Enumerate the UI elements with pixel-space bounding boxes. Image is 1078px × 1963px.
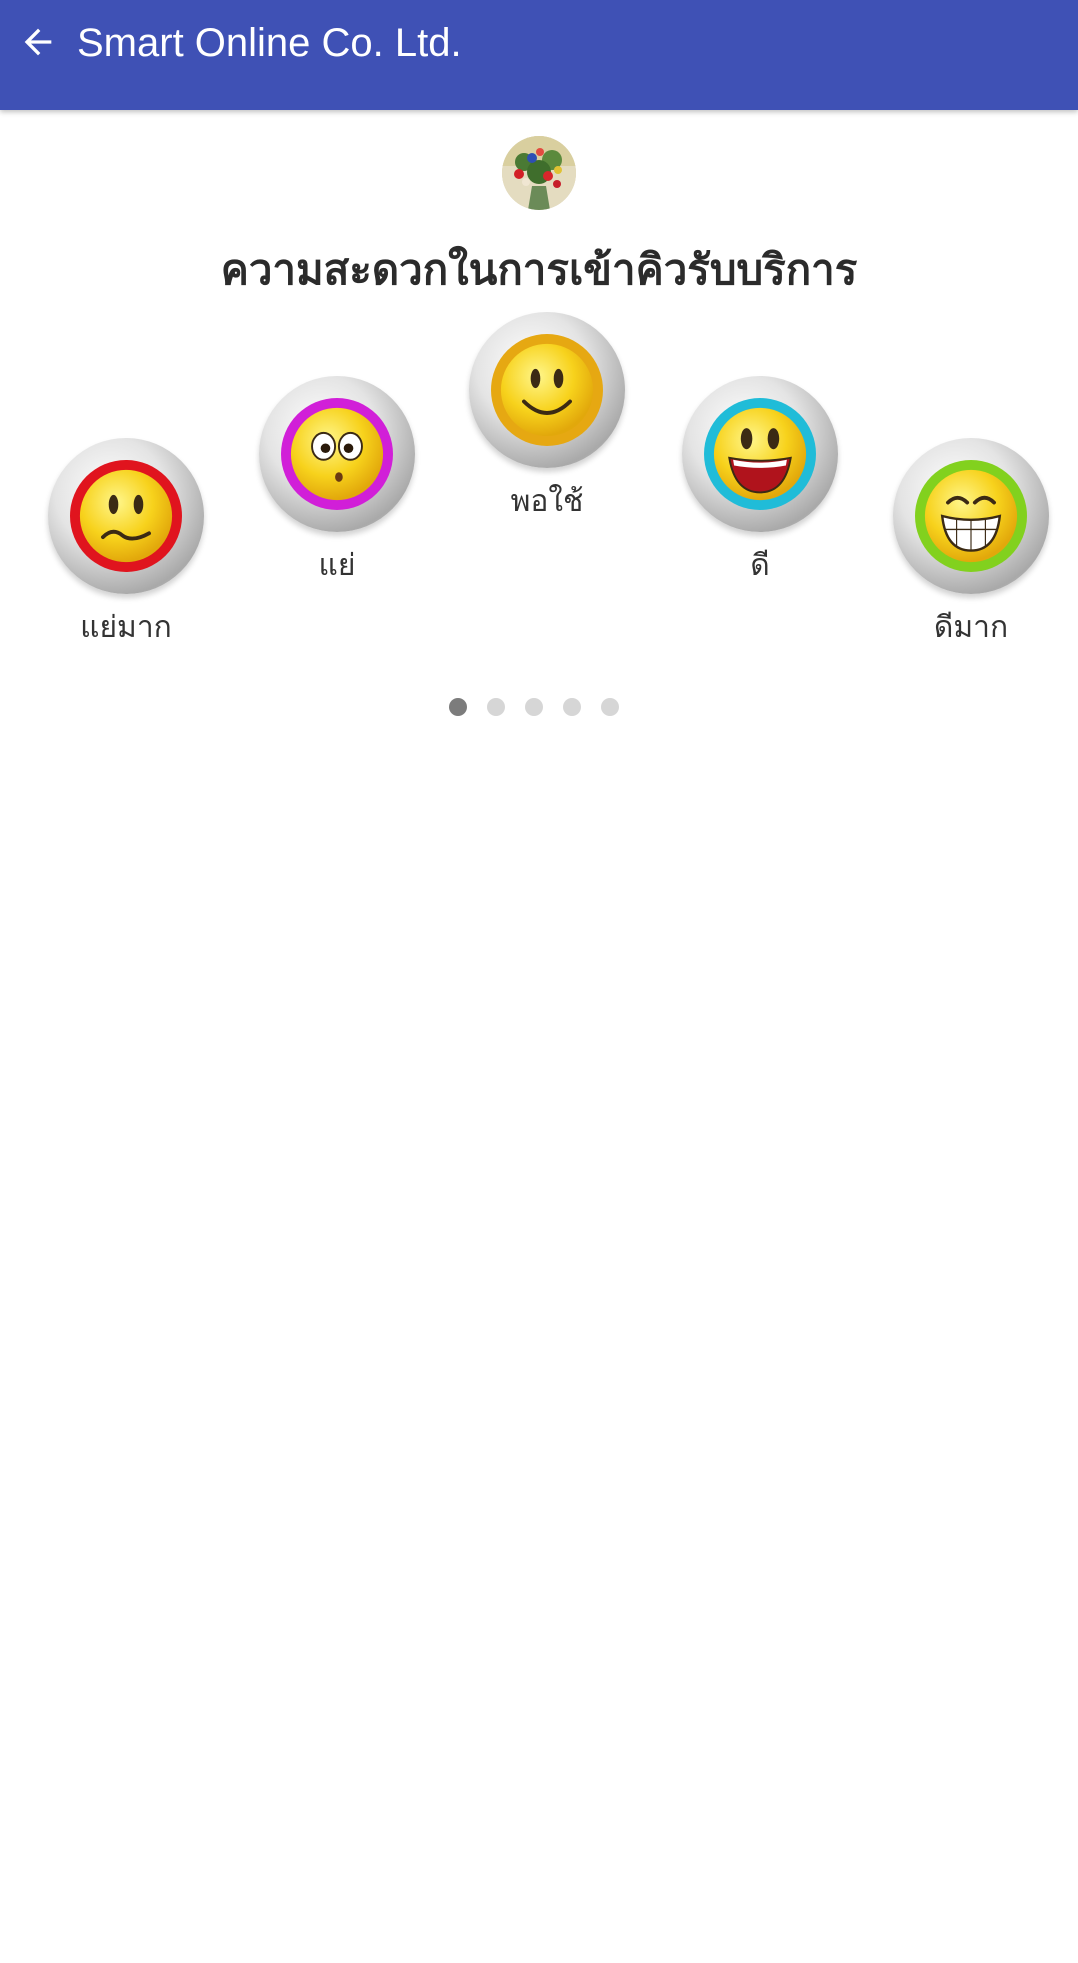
rating-label: แย่ (318, 548, 356, 583)
back-button[interactable] (10, 14, 66, 70)
page-dot[interactable] (449, 698, 467, 716)
rating-button[interactable] (259, 376, 415, 532)
sad-face-icon (79, 469, 173, 563)
rating-very-bad[interactable]: แย่มาก (46, 438, 206, 648)
flower-vase-photo (502, 136, 576, 210)
rating-label: แย่มาก (80, 610, 172, 645)
question-title: ความสะดวกในการเข้าคิวรับบริการ (220, 245, 858, 294)
grin-face-icon (924, 469, 1018, 563)
page-dot[interactable] (601, 698, 619, 716)
rating-label: ดีมาก (933, 610, 1009, 645)
rating-label: พอใช้ (510, 484, 584, 519)
page-dot[interactable] (563, 698, 581, 716)
rating-button[interactable] (682, 376, 838, 532)
page-dot[interactable] (525, 698, 543, 716)
page-dot[interactable] (487, 698, 505, 716)
company-logo (502, 136, 576, 210)
rating-very-good[interactable]: ดีมาก (891, 438, 1051, 648)
rating-fair[interactable]: พอใช้ (467, 312, 627, 522)
surprised-face-icon (290, 407, 384, 501)
rating-button[interactable] (469, 312, 625, 468)
rating-button[interactable] (893, 438, 1049, 594)
rating-label: ดี (750, 548, 770, 583)
smile-face-icon (500, 343, 594, 437)
rating-bad[interactable]: แย่ (257, 376, 417, 586)
rating-good[interactable]: ดี (680, 376, 840, 586)
app-title: Smart Online Co. Ltd. (77, 21, 462, 65)
happy-face-icon (713, 407, 807, 501)
page-indicator (449, 698, 619, 718)
arrow-left-icon (24, 28, 52, 56)
app-bar: Smart Online Co. Ltd. (0, 0, 1078, 110)
rating-button[interactable] (48, 438, 204, 594)
